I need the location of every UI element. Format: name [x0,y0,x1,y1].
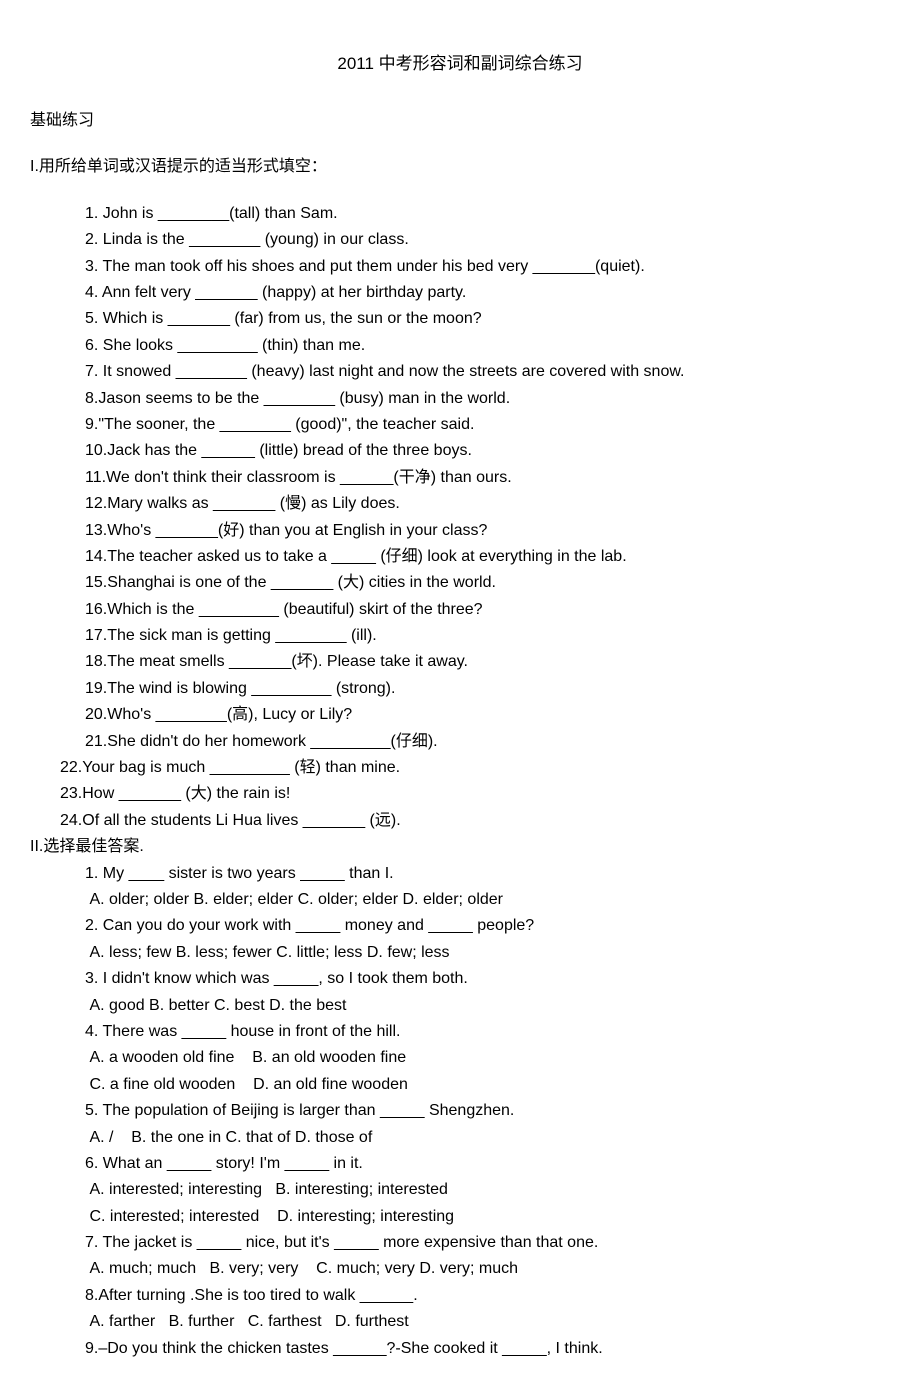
exercise-option: A. good B. better C. best D. the best [30,993,890,1019]
exercise-item: 23.How _______ (大) the rain is! [30,781,890,807]
basic-heading: 基础练习 [30,108,890,134]
exercise-item: 7. It snowed ________ (heavy) last night… [30,359,890,385]
exercise-item: 7. The jacket is _____ nice, but it's __… [30,1230,890,1256]
exercise-item: 4. There was _____ house in front of the… [30,1019,890,1045]
exercise-item: 14.The teacher asked us to take a _____ … [30,544,890,570]
exercise-item: 9."The sooner, the ________ (good)", the… [30,412,890,438]
exercise-item: 8.Jason seems to be the ________ (busy) … [30,386,890,412]
exercise-item: 5. Which is _______ (far) from us, the s… [30,306,890,332]
exercise-item: 17.The sick man is getting ________ (ill… [30,623,890,649]
exercise-option: A. interested; interesting B. interestin… [30,1177,890,1203]
exercise-option: A. a wooden old fine B. an old wooden fi… [30,1045,890,1071]
section1-list: 1. John is ________(tall) than Sam. 2. L… [30,201,890,834]
exercise-item: 5. The population of Beijing is larger t… [30,1098,890,1124]
exercise-item: 8.After turning .She is too tired to wal… [30,1283,890,1309]
exercise-item: 1. John is ________(tall) than Sam. [30,201,890,227]
exercise-item: 3. I didn't know which was _____, so I t… [30,966,890,992]
exercise-option: C. interested; interested D. interesting… [30,1204,890,1230]
section2-list: 1. My ____ sister is two years _____ tha… [30,861,890,1362]
exercise-item: 21.She didn't do her homework _________(… [30,729,890,755]
exercise-item: 24.Of all the students Li Hua lives ____… [30,808,890,834]
exercise-item: 15.Shanghai is one of the _______ (大) ci… [30,570,890,596]
exercise-option: A. / B. the one in C. that of D. those o… [30,1125,890,1151]
exercise-item: 6. She looks _________ (thin) than me. [30,333,890,359]
exercise-item: 4. Ann felt very _______ (happy) at her … [30,280,890,306]
page-title: 2011 中考形容词和副词综合练习 [30,50,890,78]
exercise-item: 2. Can you do your work with _____ money… [30,913,890,939]
exercise-item: 3. The man took off his shoes and put th… [30,254,890,280]
exercise-item: 13.Who's _______(好) than you at English … [30,518,890,544]
exercise-option: A. less; few B. less; fewer C. little; l… [30,940,890,966]
exercise-item: 9.–Do you think the chicken tastes _____… [30,1336,890,1362]
exercise-item: 10.Jack has the ______ (little) bread of… [30,438,890,464]
exercise-item: 6. What an _____ story! I'm _____ in it. [30,1151,890,1177]
section2-heading: II.选择最佳答案. [30,834,890,860]
exercise-item: 19.The wind is blowing _________ (strong… [30,676,890,702]
exercise-item: 1. My ____ sister is two years _____ tha… [30,861,890,887]
exercise-item: 12.Mary walks as _______ (慢) as Lily doe… [30,491,890,517]
exercise-option: A. older; older B. elder; elder C. older… [30,887,890,913]
exercise-item: 11.We don't think their classroom is ___… [30,465,890,491]
exercise-item: 22.Your bag is much _________ (轻) than m… [30,755,890,781]
section1-heading: I.用所给单词或汉语提示的适当形式填空： [30,154,890,180]
exercise-item: 20.Who's ________(高), Lucy or Lily? [30,702,890,728]
exercise-item: 2. Linda is the ________ (young) in our … [30,227,890,253]
exercise-option: A. farther B. further C. farthest D. fur… [30,1309,890,1335]
exercise-option: C. a fine old wooden D. an old fine wood… [30,1072,890,1098]
exercise-item: 16.Which is the _________ (beautiful) sk… [30,597,890,623]
exercise-option: A. much; much B. very; very C. much; ver… [30,1256,890,1282]
exercise-item: 18.The meat smells _______(坏). Please ta… [30,649,890,675]
